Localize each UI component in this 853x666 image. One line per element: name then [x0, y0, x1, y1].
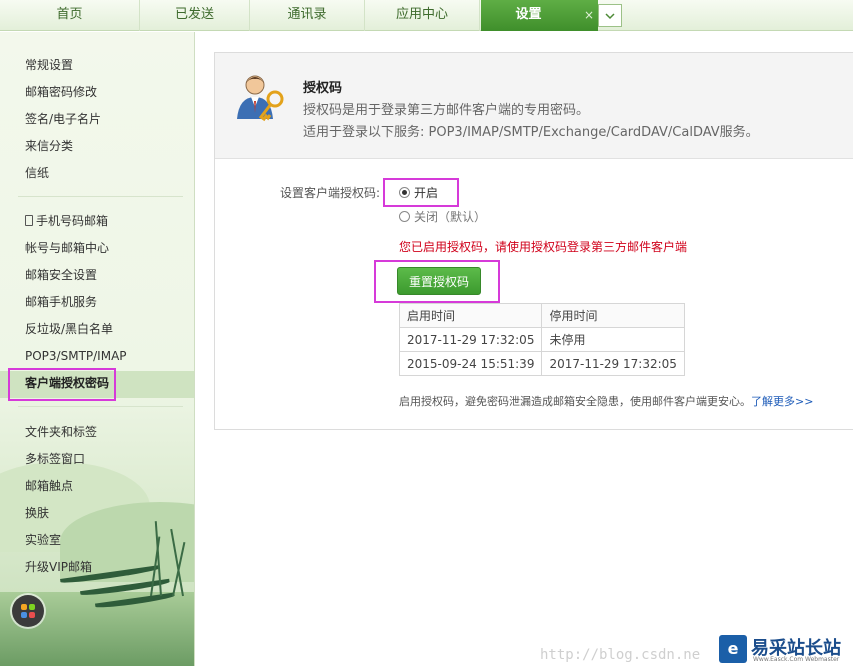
sidebar-divider	[18, 196, 183, 197]
table-cell: 2017-11-29 17:32:05	[541, 351, 685, 376]
panel-title: 授权码	[303, 81, 343, 96]
sidebar-item-signature[interactable]: 签名/电子名片	[25, 111, 101, 127]
tab-app-center[interactable]: 应用中心	[365, 0, 480, 31]
sidebar-item-stationery[interactable]: 信纸	[25, 165, 49, 181]
reset-auth-code-button[interactable]: 重置授权码	[397, 267, 481, 295]
auth-code-panel: 授权码 授权码是用于登录第三方邮件客户端的专用密码。 适用于登录以下服务: PO…	[214, 52, 853, 430]
column-header: 启用时间	[398, 303, 543, 328]
sidebar-item-multi-tab[interactable]: 多标签窗口	[25, 451, 85, 467]
sidebar-item-mail-filter[interactable]: 来信分类	[25, 138, 73, 154]
column-header: 停用时间	[541, 303, 685, 328]
radio-enable-label[interactable]: 开启	[414, 184, 438, 201]
sidebar-item-folders[interactable]: 文件夹和标签	[25, 424, 97, 440]
panel-header: 授权码 授权码是用于登录第三方邮件客户端的专用密码。 适用于登录以下服务: PO…	[215, 53, 853, 159]
settings-sidebar: 常规设置 邮箱密码修改 签名/电子名片 来信分类 信纸 手机号码邮箱 帐号与邮箱…	[0, 32, 195, 666]
sidebar-item-label: 手机号码邮箱	[36, 214, 109, 228]
auth-history-table: 启用时间 停用时间 2017-11-29 17:32:05 未停用 2015-0…	[398, 303, 685, 376]
table-row: 2017-11-29 17:32:05 未停用	[398, 327, 685, 352]
security-note: 启用授权码，避免密码泄漏造成邮箱安全隐患，使用邮件客户端更安心。了解更多>>	[399, 393, 813, 409]
site-logo: e 易采站长站 Www.Easck.Com Webmaster	[719, 633, 853, 666]
sidebar-divider	[18, 406, 183, 407]
sidebar-item-security[interactable]: 邮箱安全设置	[25, 267, 97, 283]
sidebar-item-touchpoint[interactable]: 邮箱触点	[25, 478, 73, 494]
top-tab-bar: 首页 已发送 通讯录 应用中心 设置 ×	[0, 0, 853, 31]
sidebar-item-skin[interactable]: 换肤	[25, 505, 49, 521]
sidebar-item-lab[interactable]: 实验室	[25, 532, 61, 548]
panel-services: 适用于登录以下服务: POP3/IMAP/SMTP/Exchange/CardD…	[303, 125, 759, 140]
logo-mark-icon: e	[719, 635, 747, 663]
table-cell: 2017-11-29 17:32:05	[398, 327, 543, 352]
phone-icon	[25, 215, 33, 226]
radio-disable-label[interactable]: 关闭（默认）	[414, 208, 486, 225]
warning-message: 您已启用授权码，请使用授权码登录第三方邮件客户端	[399, 240, 688, 254]
sidebar-item-password[interactable]: 邮箱密码修改	[25, 84, 97, 100]
table-cell: 2015-09-24 15:51:39	[398, 351, 543, 376]
tab-sent[interactable]: 已发送	[140, 0, 250, 31]
sidebar-item-mobile-service[interactable]: 邮箱手机服务	[25, 294, 97, 310]
security-note-text: 启用授权码，避免密码泄漏造成邮箱安全隐患，使用邮件客户端更安心。	[399, 395, 751, 408]
table-row: 2015-09-24 15:51:39 2017-11-29 17:32:05	[398, 351, 685, 376]
highlight-box	[8, 368, 116, 401]
tab-close-icon[interactable]: ×	[580, 0, 598, 31]
learn-more-link[interactable]: 了解更多>>	[751, 395, 813, 408]
sidebar-item-antispam[interactable]: 反垃圾/黑白名单	[25, 321, 113, 337]
sidebar-item-pop3[interactable]: POP3/SMTP/IMAP	[25, 348, 127, 364]
table-header-row: 启用时间 停用时间	[398, 303, 685, 328]
sidebar-item-vip[interactable]: 升级VIP邮箱	[25, 559, 92, 575]
logo-subtext: Www.Easck.Com Webmaster	[753, 656, 840, 663]
chevron-down-icon[interactable]	[598, 4, 622, 27]
radio-disable[interactable]	[399, 211, 410, 222]
watermark-url: http://blog.csdn.ne	[540, 647, 701, 663]
sidebar-item-phone-mailbox[interactable]: 手机号码邮箱	[25, 213, 108, 229]
tab-contacts[interactable]: 通讯录	[250, 0, 365, 31]
table-cell: 未停用	[541, 327, 685, 352]
sidebar-item-account-center[interactable]: 帐号与邮箱中心	[25, 240, 109, 256]
user-key-icon	[237, 75, 284, 122]
sidebar-item-general[interactable]: 常规设置	[25, 57, 73, 73]
panel-description: 授权码是用于登录第三方邮件客户端的专用密码。	[303, 103, 590, 118]
radio-enable[interactable]	[399, 187, 410, 198]
tab-home[interactable]: 首页	[0, 0, 140, 31]
apps-grid-icon[interactable]	[12, 595, 44, 627]
setting-label: 设置客户端授权码:	[280, 186, 381, 200]
